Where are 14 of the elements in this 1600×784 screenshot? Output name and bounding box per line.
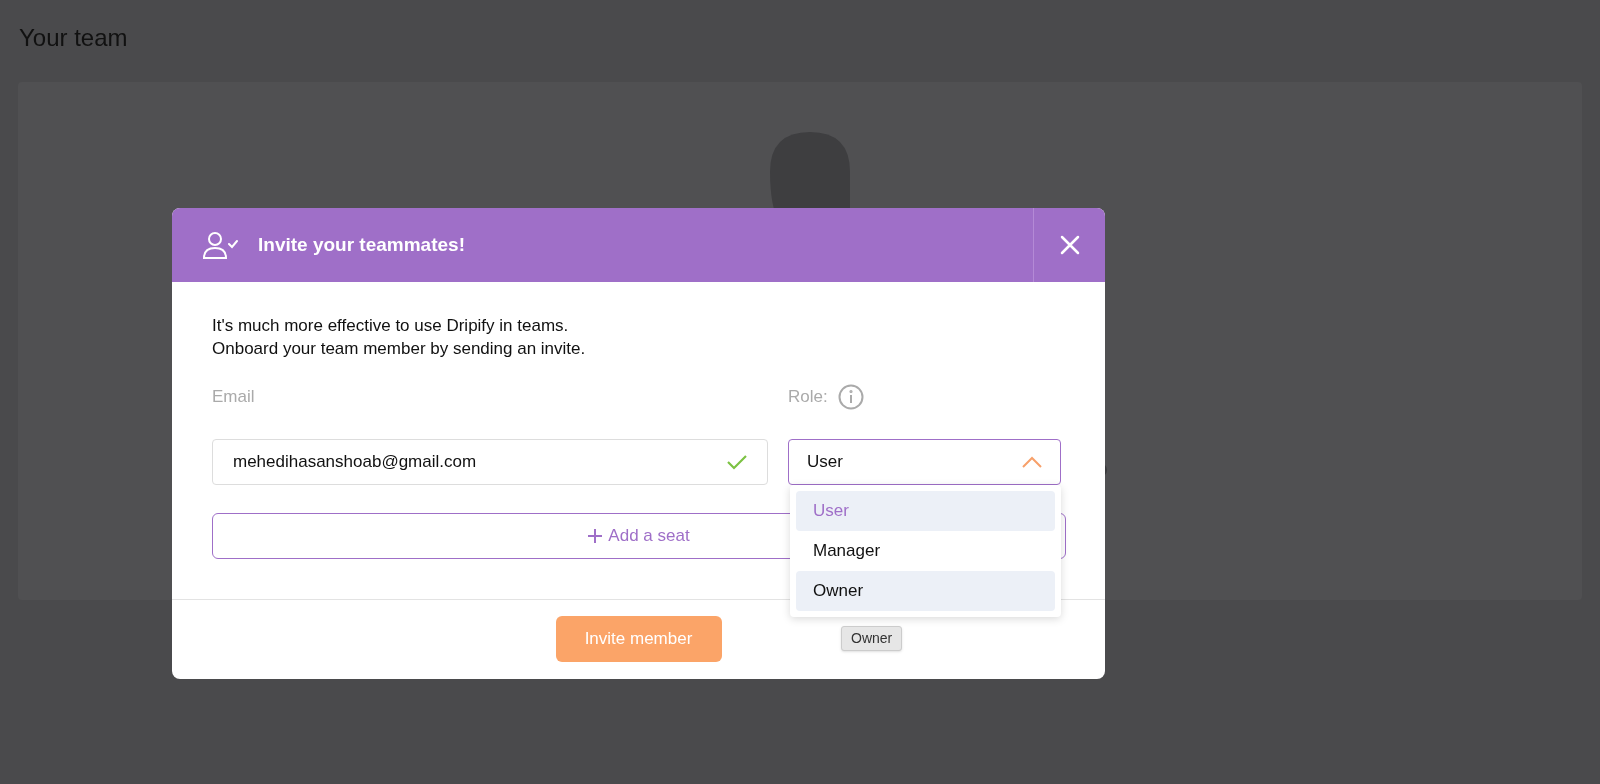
page-title: Your team bbox=[19, 23, 128, 53]
role-select[interactable]: User bbox=[788, 439, 1061, 485]
plus-icon bbox=[588, 529, 603, 543]
role-label: Role: bbox=[788, 386, 828, 408]
close-icon bbox=[1059, 235, 1080, 255]
intro-text: Onboard your team member by sending an invite. bbox=[212, 338, 586, 360]
user-check-icon bbox=[202, 230, 238, 260]
email-label: Email bbox=[212, 387, 255, 406]
tooltip: Owner bbox=[841, 626, 903, 651]
info-icon[interactable] bbox=[837, 384, 864, 410]
intro-text: It's much more effective to use Dripify in teams. bbox=[212, 315, 569, 337]
email-field[interactable]: mehedihasanshoab@gmail.com bbox=[212, 439, 768, 485]
role-option[interactable]: Owner bbox=[796, 571, 1055, 611]
dialog-title: Invite your teammates! bbox=[258, 232, 465, 257]
